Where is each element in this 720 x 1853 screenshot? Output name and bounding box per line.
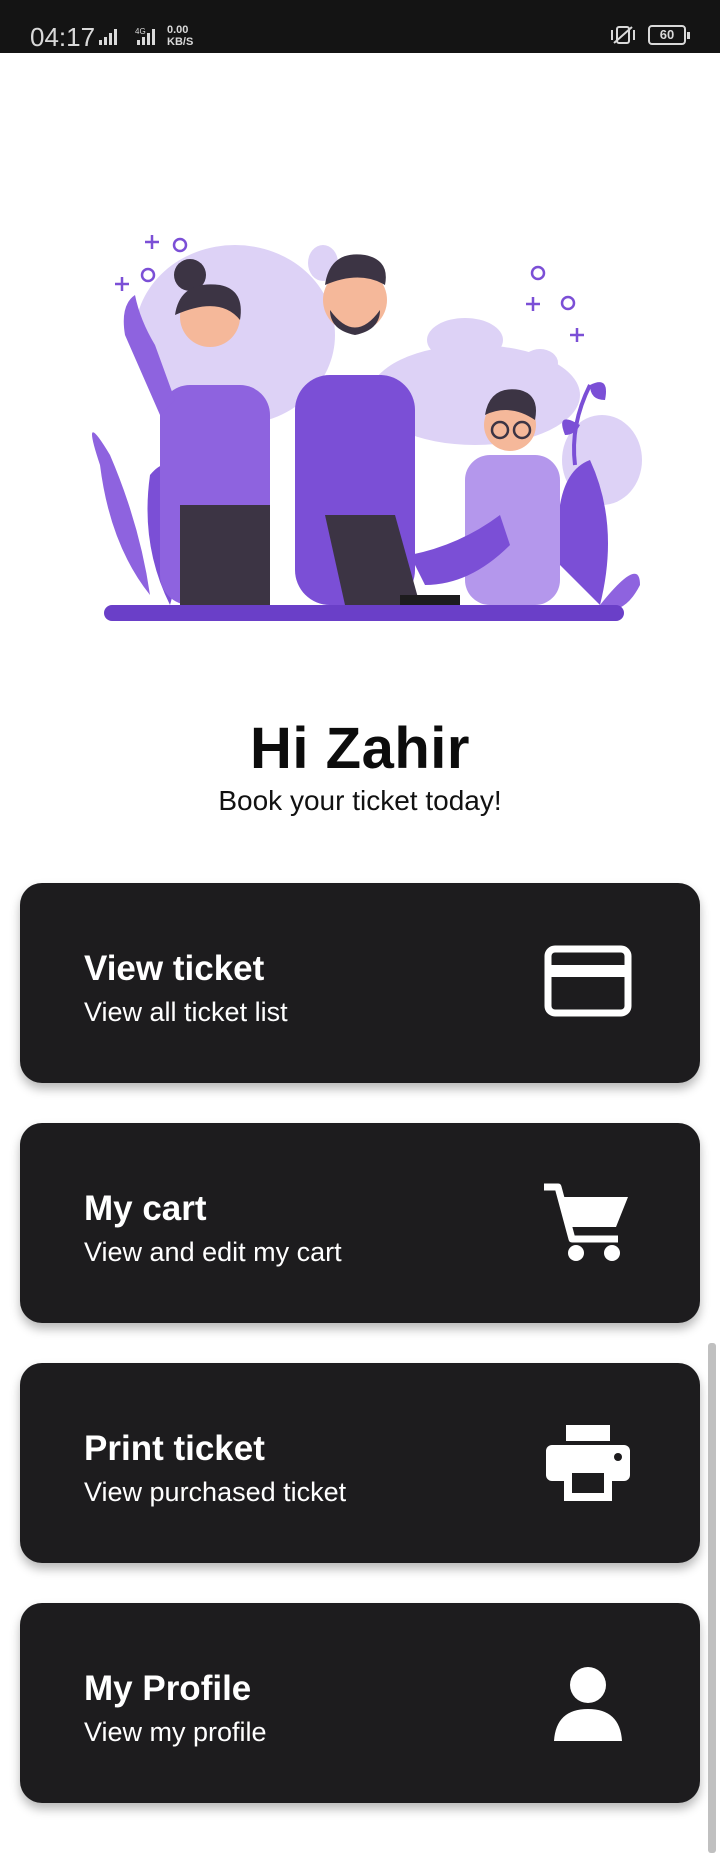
print-ticket-card[interactable]: Print ticket View purchased ticket <box>20 1363 700 1563</box>
scrollbar[interactable] <box>708 1343 716 1853</box>
card-title: My cart <box>84 1189 207 1228</box>
status-time: 04:17 <box>30 22 96 52</box>
greeting-subtitle: Book your ticket today! <box>218 785 502 816</box>
card-title: Print ticket <box>84 1429 265 1468</box>
card-subtitle: View and edit my cart <box>84 1237 342 1267</box>
card-subtitle: View my profile <box>84 1717 267 1747</box>
cart-icon <box>544 1183 628 1261</box>
card-title: View ticket <box>84 949 265 988</box>
greeting-title: Hi Zahir <box>250 716 470 781</box>
printer-icon <box>546 1425 630 1501</box>
network-speed: 0.00 KB/S <box>167 24 193 48</box>
status-right: 60 <box>608 25 690 45</box>
network-speed-unit: KB/S <box>167 36 194 48</box>
card-title: My Profile <box>84 1669 252 1708</box>
network-type: 4G <box>135 27 146 36</box>
network-speed-value: 0.00 <box>167 24 189 36</box>
card-subtitle: View all ticket list <box>84 997 288 1027</box>
status-bar: 04:17 4G 0.00 KB/S 60 <box>0 0 720 53</box>
signal-icon: 4G <box>99 27 155 45</box>
team-illustration <box>92 235 642 621</box>
view-ticket-card[interactable]: View ticket View all ticket list <box>20 883 700 1083</box>
card-subtitle: View purchased ticket <box>84 1477 347 1507</box>
vibrate-icon <box>611 26 635 44</box>
credit-card-icon <box>544 945 632 1017</box>
battery-icon: 60 <box>648 25 690 45</box>
my-cart-card[interactable]: My cart View and edit my cart <box>20 1123 700 1323</box>
my-profile-card[interactable]: My Profile View my profile <box>20 1603 700 1803</box>
person-icon <box>554 1667 622 1741</box>
